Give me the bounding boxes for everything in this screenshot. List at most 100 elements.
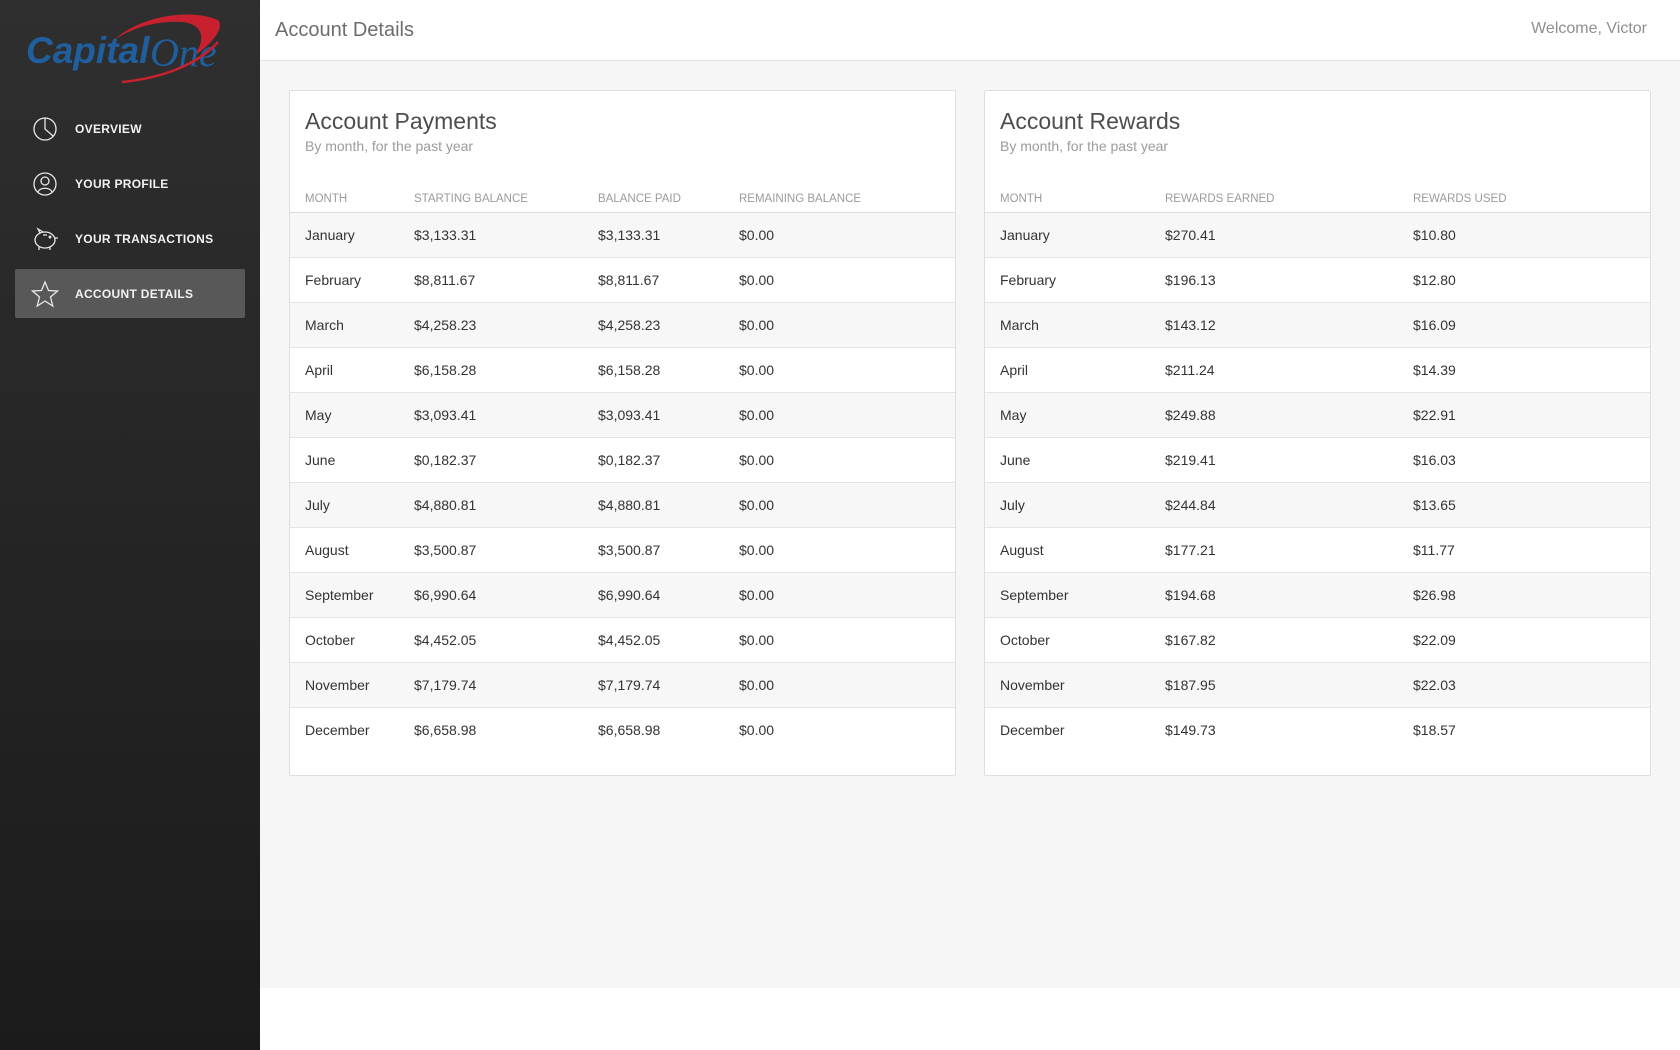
table-row[interactable]: January $3,133.31 $3,133.31 $0.00 bbox=[290, 212, 955, 258]
amount-cell: $244.84 bbox=[1165, 482, 1413, 528]
user-icon bbox=[31, 170, 59, 198]
table-row[interactable]: November $7,179.74 $7,179.74 $0.00 bbox=[290, 662, 955, 708]
table-row[interactable]: May $3,093.41 $3,093.41 $0.00 bbox=[290, 392, 955, 438]
month-cell: November bbox=[290, 662, 414, 708]
column-header[interactable]: MONTH bbox=[290, 176, 414, 213]
table-row[interactable]: June $0,182.37 $0,182.37 $0.00 bbox=[290, 437, 955, 483]
amount-cell: $3,133.31 bbox=[414, 212, 598, 258]
table-row[interactable]: January $270.41 $10.80 bbox=[985, 212, 1650, 258]
table-row[interactable]: December $6,658.98 $6,658.98 $0.00 bbox=[290, 707, 955, 752]
amount-cell: $0.00 bbox=[739, 707, 955, 752]
table-row[interactable]: September $6,990.64 $6,990.64 $0.00 bbox=[290, 572, 955, 618]
amount-cell: $6,158.28 bbox=[598, 347, 739, 393]
amount-cell: $3,133.31 bbox=[598, 212, 739, 258]
amount-cell: $4,258.23 bbox=[598, 302, 739, 348]
sidebar-item-label: YOUR PROFILE bbox=[75, 176, 169, 191]
table-row[interactable]: March $4,258.23 $4,258.23 $0.00 bbox=[290, 302, 955, 348]
sidebar-item-account-details[interactable]: ACCOUNT DETAILS bbox=[15, 269, 245, 318]
amount-cell: $219.41 bbox=[1165, 437, 1413, 483]
amount-cell: $6,658.98 bbox=[598, 707, 739, 752]
amount-cell: $249.88 bbox=[1165, 392, 1413, 438]
amount-cell: $167.82 bbox=[1165, 617, 1413, 663]
rewards-table: MONTH REWARDS EARNED REWARDS USED Januar… bbox=[985, 176, 1650, 752]
month-cell: June bbox=[290, 437, 414, 483]
account-rewards-card: Account Rewards By month, for the past y… bbox=[984, 90, 1651, 776]
welcome-message[interactable]: Welcome, Victor bbox=[1531, 20, 1647, 38]
amount-cell: $4,880.81 bbox=[598, 482, 739, 528]
table-row[interactable]: August $177.21 $11.77 bbox=[985, 527, 1650, 573]
table-row[interactable]: June $219.41 $16.03 bbox=[985, 437, 1650, 483]
table-header-row: MONTH REWARDS EARNED REWARDS USED bbox=[985, 176, 1650, 213]
amount-cell: $4,258.23 bbox=[414, 302, 598, 348]
payments-table: MONTH STARTING BALANCE BALANCE PAID REMA… bbox=[290, 176, 955, 752]
capital-one-logo[interactable]: Capital One bbox=[22, 10, 227, 85]
amount-cell: $26.98 bbox=[1413, 572, 1650, 618]
month-cell: February bbox=[985, 257, 1165, 303]
table-row[interactable]: September $194.68 $26.98 bbox=[985, 572, 1650, 618]
card-title: Account Rewards bbox=[1000, 108, 1181, 134]
table-row[interactable]: May $249.88 $22.91 bbox=[985, 392, 1650, 438]
sidebar-item-your-profile[interactable]: YOUR PROFILE bbox=[15, 159, 245, 208]
table-row[interactable]: November $187.95 $22.03 bbox=[985, 662, 1650, 708]
amount-cell: $0.00 bbox=[739, 617, 955, 663]
sidebar: Capital One OVERVIEW YOUR PROFILE YOUR T… bbox=[0, 0, 260, 1050]
amount-cell: $6,658.98 bbox=[414, 707, 598, 752]
amount-cell: $149.73 bbox=[1165, 707, 1413, 752]
month-cell: August bbox=[985, 527, 1165, 573]
amount-cell: $10.80 bbox=[1413, 212, 1650, 258]
top-header: Account Details Welcome, Victor bbox=[260, 0, 1680, 61]
page-footer-area bbox=[260, 988, 1680, 1050]
column-header[interactable]: MONTH bbox=[985, 176, 1165, 213]
month-cell: July bbox=[290, 482, 414, 528]
card-title: Account Payments bbox=[305, 108, 497, 134]
table-row[interactable]: February $8,811.67 $8,811.67 $0.00 bbox=[290, 257, 955, 303]
column-header[interactable]: REWARDS EARNED bbox=[1165, 176, 1413, 213]
month-cell: September bbox=[290, 572, 414, 618]
month-cell: September bbox=[985, 572, 1165, 618]
amount-cell: $0,182.37 bbox=[598, 437, 739, 483]
amount-cell: $11.77 bbox=[1413, 527, 1650, 573]
table-row[interactable]: April $6,158.28 $6,158.28 $0.00 bbox=[290, 347, 955, 393]
table-row[interactable]: July $244.84 $13.65 bbox=[985, 482, 1650, 528]
amount-cell: $0.00 bbox=[739, 257, 955, 303]
card-subtitle: By month, for the past year bbox=[305, 138, 474, 154]
month-cell: November bbox=[985, 662, 1165, 708]
sidebar-item-label: ACCOUNT DETAILS bbox=[75, 286, 194, 301]
page-title: Account Details bbox=[275, 19, 414, 41]
column-header[interactable]: REMAINING BALANCE bbox=[739, 176, 955, 213]
sidebar-item-label: YOUR TRANSACTIONS bbox=[75, 231, 214, 246]
table-row[interactable]: December $149.73 $18.57 bbox=[985, 707, 1650, 752]
pie-chart-icon bbox=[31, 115, 59, 143]
amount-cell: $13.65 bbox=[1413, 482, 1650, 528]
column-header[interactable]: STARTING BALANCE bbox=[414, 176, 598, 213]
month-cell: February bbox=[290, 257, 414, 303]
table-row[interactable]: October $4,452.05 $4,452.05 $0.00 bbox=[290, 617, 955, 663]
table-row[interactable]: October $167.82 $22.09 bbox=[985, 617, 1650, 663]
amount-cell: $6,990.64 bbox=[598, 572, 739, 618]
amount-cell: $8,811.67 bbox=[598, 257, 739, 303]
sidebar-item-overview[interactable]: OVERVIEW bbox=[15, 104, 245, 153]
column-header[interactable]: BALANCE PAID bbox=[598, 176, 739, 213]
amount-cell: $196.13 bbox=[1165, 257, 1413, 303]
amount-cell: $4,452.05 bbox=[414, 617, 598, 663]
table-row[interactable]: April $211.24 $14.39 bbox=[985, 347, 1650, 393]
sidebar-nav: OVERVIEW YOUR PROFILE YOUR TRANSACTIONS … bbox=[15, 104, 245, 324]
table-row[interactable]: February $196.13 $12.80 bbox=[985, 257, 1650, 303]
amount-cell: $3,500.87 bbox=[414, 527, 598, 573]
amount-cell: $4,880.81 bbox=[414, 482, 598, 528]
table-row[interactable]: July $4,880.81 $4,880.81 $0.00 bbox=[290, 482, 955, 528]
table-row[interactable]: August $3,500.87 $3,500.87 $0.00 bbox=[290, 527, 955, 573]
amount-cell: $0.00 bbox=[739, 302, 955, 348]
amount-cell: $270.41 bbox=[1165, 212, 1413, 258]
amount-cell: $143.12 bbox=[1165, 302, 1413, 348]
amount-cell: $0.00 bbox=[739, 212, 955, 258]
sidebar-item-your-transactions[interactable]: YOUR TRANSACTIONS bbox=[15, 214, 245, 263]
amount-cell: $8,811.67 bbox=[414, 257, 598, 303]
amount-cell: $12.80 bbox=[1413, 257, 1650, 303]
table-row[interactable]: March $143.12 $16.09 bbox=[985, 302, 1650, 348]
month-cell: October bbox=[985, 617, 1165, 663]
column-header[interactable]: REWARDS USED bbox=[1413, 176, 1650, 213]
svg-text:Capital: Capital bbox=[26, 30, 150, 71]
amount-cell: $22.91 bbox=[1413, 392, 1650, 438]
main-content: Account Payments By month, for the past … bbox=[260, 61, 1680, 988]
